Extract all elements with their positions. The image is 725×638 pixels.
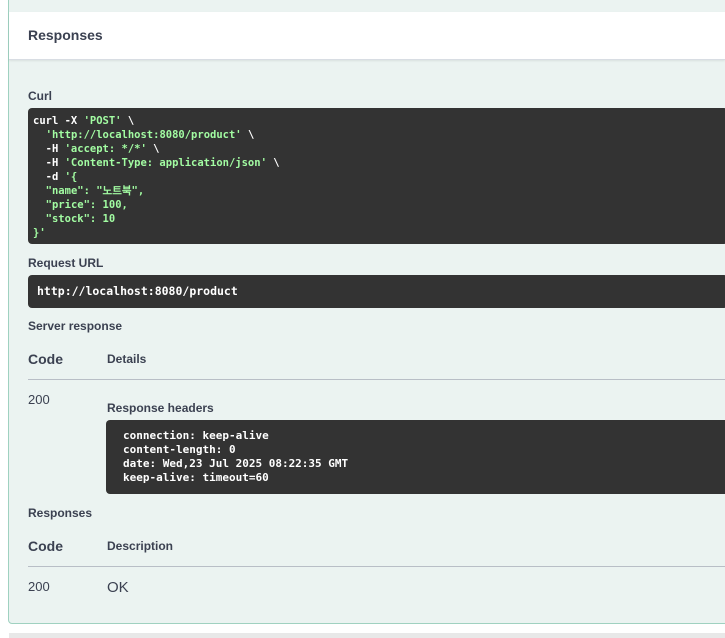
response-header-line: keep-alive: timeout=60 — [123, 471, 269, 484]
response-headers-label: Response headers — [107, 401, 214, 415]
curl-code-block[interactable]: curl -X 'POST' \ 'http://localhost:8080/… — [28, 108, 725, 244]
response-header-line: date: Wed,23 Jul 2025 08:22:35 GMT — [123, 457, 349, 470]
curl-line: "price": 100, — [45, 199, 128, 211]
response-header-line: content-length: 0 — [123, 443, 236, 456]
response-headers-block[interactable]: connection: keep-alive content-length: 0… — [106, 420, 725, 494]
responses-description-header: Description — [107, 539, 174, 553]
responses-section-header[interactable]: Responses — [9, 12, 725, 60]
curl-line: "stock": 10 — [45, 213, 116, 225]
curl-line: 'http://localhost:8080/product' \ — [45, 129, 255, 141]
curl-line: }' — [33, 227, 46, 239]
response-header-line: connection: keep-alive — [123, 429, 269, 442]
responses-code: 200 — [28, 579, 50, 594]
server-response-divider — [28, 379, 725, 380]
curl-line: curl -X 'POST' \ — [33, 115, 135, 127]
request-url-value[interactable]: http://localhost:8080/product — [28, 275, 725, 308]
curl-line: -H 'accept: */*' \ — [33, 143, 160, 155]
responses-description: OK — [107, 579, 129, 596]
responses-panel — [8, 0, 725, 624]
curl-line: -d '{ — [33, 171, 78, 183]
request-url-label: Request URL — [28, 256, 104, 270]
curl-line: "name": "노트북", — [45, 185, 145, 197]
curl-line: -H 'Content-Type: application/json' \ — [33, 157, 280, 169]
responses-code-header: Code — [28, 538, 63, 554]
server-response-code-header: Code — [28, 351, 63, 367]
next-section-edge — [9, 633, 725, 638]
server-response-label: Server response — [28, 319, 123, 333]
responses-divider — [28, 566, 725, 567]
responses-title: Responses — [28, 27, 103, 43]
curl-label: Curl — [28, 89, 52, 103]
server-response-code: 200 — [28, 392, 50, 407]
server-response-details-header: Details — [107, 352, 147, 366]
responses-label: Responses — [28, 506, 93, 520]
